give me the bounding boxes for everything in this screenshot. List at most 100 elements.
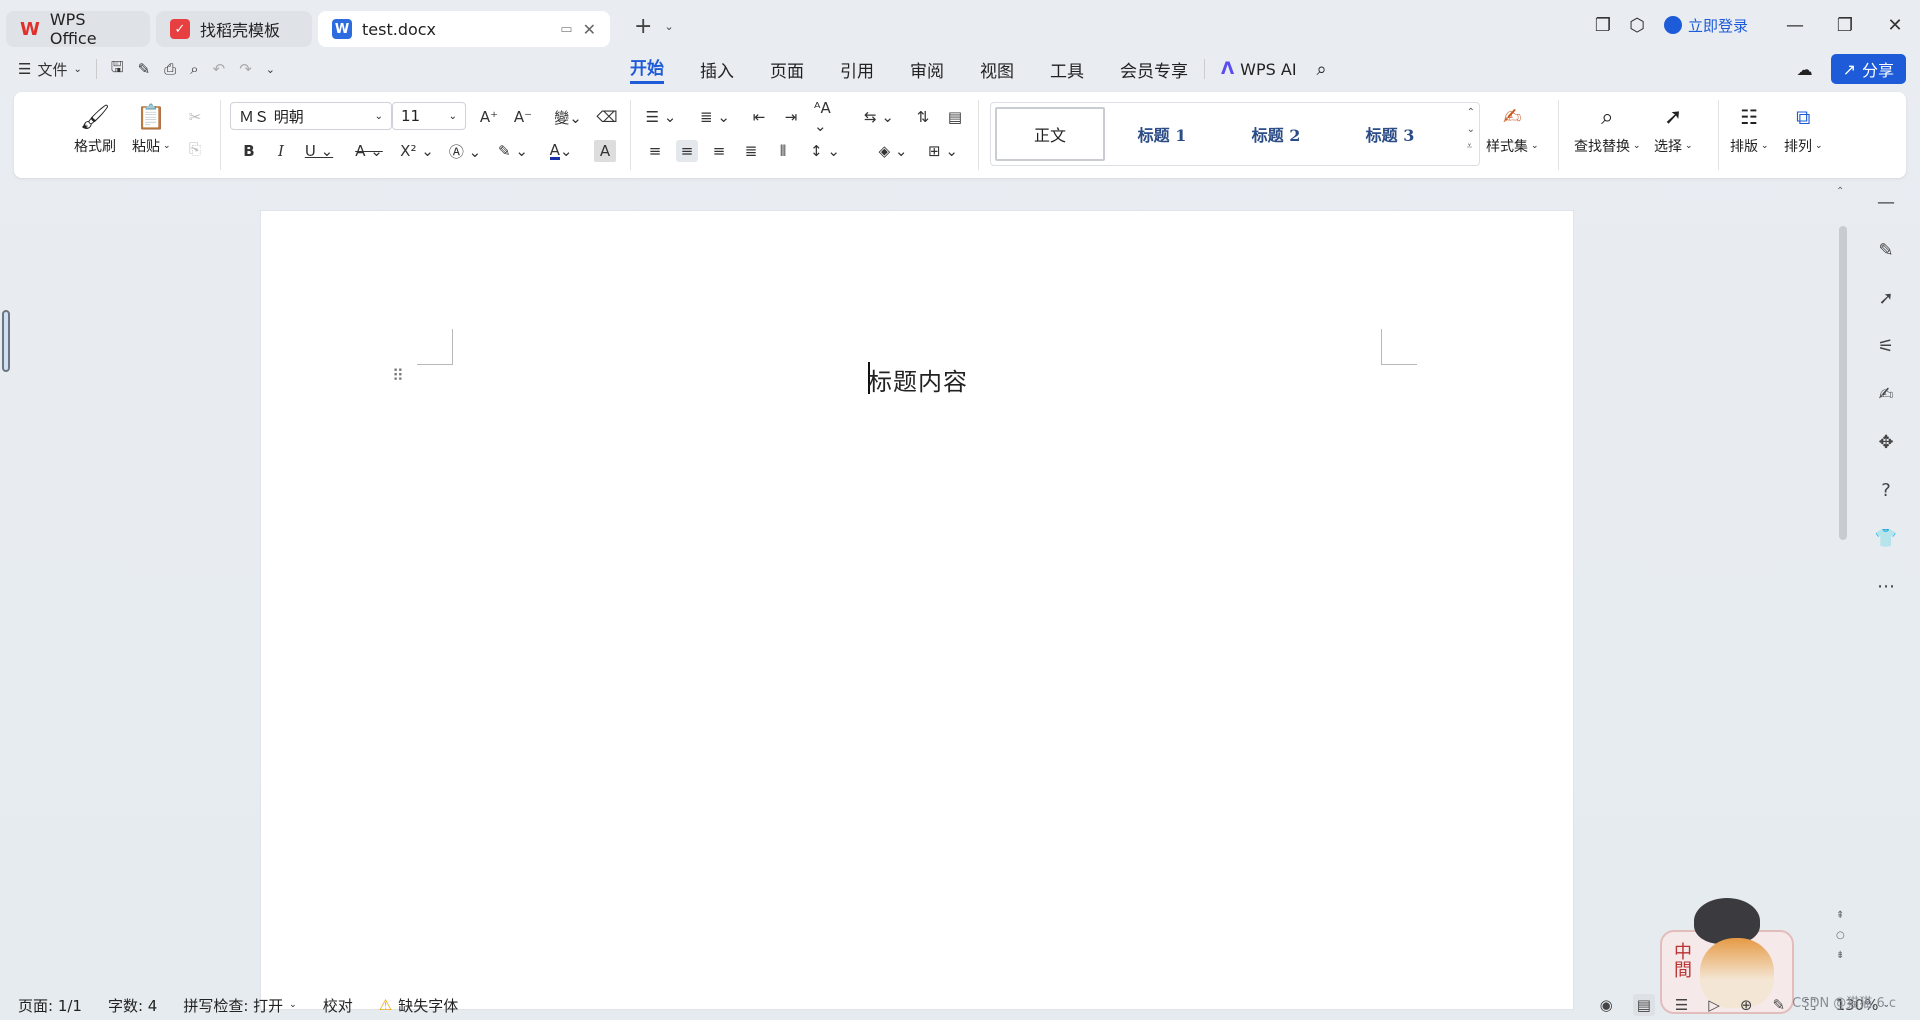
select-pointer-icon[interactable]: ➚ (1874, 286, 1898, 310)
select-browse-icon[interactable]: ○ (1836, 930, 1845, 941)
scroll-up-icon[interactable]: ⌃ (1467, 107, 1475, 118)
wps-ai-button[interactable]: Λ WPS AI (1221, 59, 1297, 79)
decrease-indent-icon[interactable]: ⇤ (748, 106, 770, 128)
eye-protection-icon[interactable]: ◉ (1600, 996, 1613, 1014)
tab-page[interactable]: 页面 (770, 57, 804, 82)
scrollbar-thumb[interactable] (1839, 226, 1847, 540)
more-icon[interactable]: ⋯ (1874, 574, 1898, 598)
format-painter-button[interactable]: 🖌 格式刷 (74, 102, 116, 156)
underline-icon[interactable]: U ⌄ (302, 140, 336, 162)
tab-review[interactable]: 审阅 (910, 57, 944, 82)
help-icon[interactable]: ? (1874, 478, 1898, 502)
settings-sliders-icon[interactable]: ⚟ (1874, 334, 1898, 358)
redo-icon[interactable]: ↷ (239, 60, 252, 78)
tab-docer-templates[interactable]: ✓ 找稻壳模板 (156, 11, 312, 47)
show-marks-icon[interactable]: ▤ (944, 106, 966, 128)
align-center-icon[interactable]: ≡ (676, 140, 698, 162)
superscript-icon[interactable]: X² ⌄ (400, 140, 434, 162)
paragraph-drag-handle-icon[interactable]: ⠿ (392, 368, 406, 384)
format-icon[interactable]: ✎ (138, 60, 151, 78)
chevron-down-icon[interactable]: ⌄ (664, 14, 673, 39)
font-size-select[interactable]: 11 ⌄ (392, 102, 466, 130)
collapse-panel-icon[interactable]: — (1874, 190, 1898, 214)
cut-icon[interactable]: ✂ (184, 106, 206, 128)
write-mode-icon[interactable]: ✎ (1772, 996, 1785, 1014)
clear-format-icon[interactable]: ⌫ (596, 106, 618, 128)
style-heading-2[interactable]: 标题 2 (1219, 122, 1333, 146)
page-view-icon[interactable]: ▤ (1632, 994, 1655, 1016)
paragraph-shading-icon[interactable]: ◈ ⌄ (876, 140, 910, 162)
tab-member[interactable]: 会员专享 (1120, 57, 1188, 82)
tab-wps-office[interactable]: W WPS Office (6, 10, 150, 48)
select-button[interactable]: ➚ 选择 ⌄ (1654, 102, 1693, 156)
tab-view[interactable]: 视图 (980, 57, 1014, 82)
minimize-button[interactable]: — (1770, 0, 1820, 50)
char-shading-icon[interactable]: A (594, 140, 616, 162)
vertical-scrollbar[interactable]: ⌃ ⇞ ○ ⇟ (1834, 186, 1850, 986)
proofread-button[interactable]: 校对 (323, 995, 353, 1016)
italic-icon[interactable]: I (270, 140, 292, 162)
layout-button[interactable]: ☷ 排版 ⌄ (1730, 102, 1769, 156)
expand-styles-icon[interactable]: ⩡ (1467, 141, 1475, 152)
prev-page-icon[interactable]: ⇞ (1836, 910, 1844, 921)
document-heading-text[interactable]: 标题内容 (868, 362, 968, 397)
scroll-down-icon[interactable]: ⌄ (1467, 124, 1475, 135)
new-tab-icon[interactable]: + (634, 14, 652, 39)
next-page-icon[interactable]: ⇟ (1836, 950, 1844, 961)
borders-icon[interactable]: ⊞ ⌄ (926, 140, 960, 162)
tab-tools[interactable]: 工具 (1050, 57, 1084, 82)
spell-check-toggle[interactable]: 拼写检查: 打开 ⌄ (183, 995, 296, 1016)
page-indicator[interactable]: 页面: 1/1 (18, 995, 82, 1016)
increase-font-icon[interactable]: A⁺ (478, 106, 500, 128)
phonetic-guide-icon[interactable]: 變⌄ (550, 106, 586, 128)
outline-view-icon[interactable]: ☰ (1675, 996, 1688, 1014)
web-view-icon[interactable]: ⊕ (1740, 996, 1753, 1014)
cloud-icon[interactable]: ☁ (1797, 60, 1813, 79)
close-tab-icon[interactable]: ✕ (583, 20, 596, 39)
copy-icon[interactable]: ⎘ (184, 138, 206, 160)
screen-icon[interactable]: ▭ (560, 22, 572, 37)
style-heading-3[interactable]: 标题 3 (1333, 122, 1447, 146)
missing-font-button[interactable]: ⚠ 缺失字体 (379, 995, 458, 1016)
more-chevron-icon[interactable]: ⌄ (266, 63, 275, 76)
text-direction-icon[interactable]: ᴬA ⌄ (814, 99, 848, 135)
search-icon[interactable]: ⌕ (1317, 59, 1327, 80)
tab-references[interactable]: 引用 (840, 57, 874, 82)
tools-icon[interactable]: ✥ (1874, 430, 1898, 454)
style-normal[interactable]: 正文 (995, 107, 1105, 161)
skin-icon[interactable]: 👕 (1874, 526, 1898, 550)
justify-icon[interactable]: ≣ (740, 140, 762, 162)
font-name-select[interactable]: ＭＳ 明朝 ⌄ (230, 102, 392, 130)
tab-insert[interactable]: 插入 (700, 57, 734, 82)
bold-icon[interactable]: B (238, 140, 260, 162)
scroll-up-icon[interactable]: ⌃ (1836, 186, 1844, 197)
strikethrough-icon[interactable]: A ⌄ (352, 140, 386, 162)
increase-indent-icon[interactable]: ⇥ (780, 106, 802, 128)
arrange-button[interactable]: ⧉ 排列 ⌄ (1784, 102, 1823, 156)
navigation-panel-handle[interactable] (2, 310, 10, 372)
highlight-icon[interactable]: ✎ ⌄ (496, 140, 530, 162)
bullet-list-icon[interactable]: ☰ ⌄ (644, 106, 678, 128)
undo-icon[interactable]: ↶ (213, 60, 226, 78)
tab-test-docx[interactable]: W test.docx ▭ ✕ (318, 11, 610, 47)
cube-icon[interactable]: ⬡ (1620, 0, 1654, 50)
style-set-button[interactable]: ✍ 样式集 ⌄ (1486, 102, 1539, 156)
sort-icon[interactable]: ⇅ (912, 106, 934, 128)
word-count[interactable]: 字数: 4 (108, 995, 157, 1016)
text-effect-icon[interactable]: Ⓐ ⌄ (448, 140, 482, 162)
decrease-font-icon[interactable]: A⁻ (512, 106, 534, 128)
window-layout-icon[interactable]: ❐ (1586, 0, 1620, 50)
play-icon[interactable]: ▷ (1708, 996, 1720, 1014)
print-preview-icon[interactable]: ⌕ (190, 60, 198, 78)
align-left-icon[interactable]: ≡ (644, 140, 666, 162)
paste-button[interactable]: 📋 粘贴 ⌄ (132, 102, 171, 156)
font-color-icon[interactable]: A ⌄ (544, 140, 578, 162)
share-button[interactable]: ↗ 分享 (1830, 54, 1906, 84)
find-replace-button[interactable]: ⌕ 查找替换 ⌄ (1574, 102, 1641, 156)
line-spacing-icon[interactable]: ↕ ⌄ (808, 140, 842, 162)
style-heading-1[interactable]: 标题 1 (1105, 122, 1219, 146)
document-page[interactable] (260, 210, 1574, 1010)
file-menu[interactable]: ☰ 文件 ⌄ (18, 59, 82, 80)
close-window-button[interactable]: ✕ (1870, 0, 1920, 50)
restore-button[interactable]: ❐ (1820, 0, 1870, 50)
